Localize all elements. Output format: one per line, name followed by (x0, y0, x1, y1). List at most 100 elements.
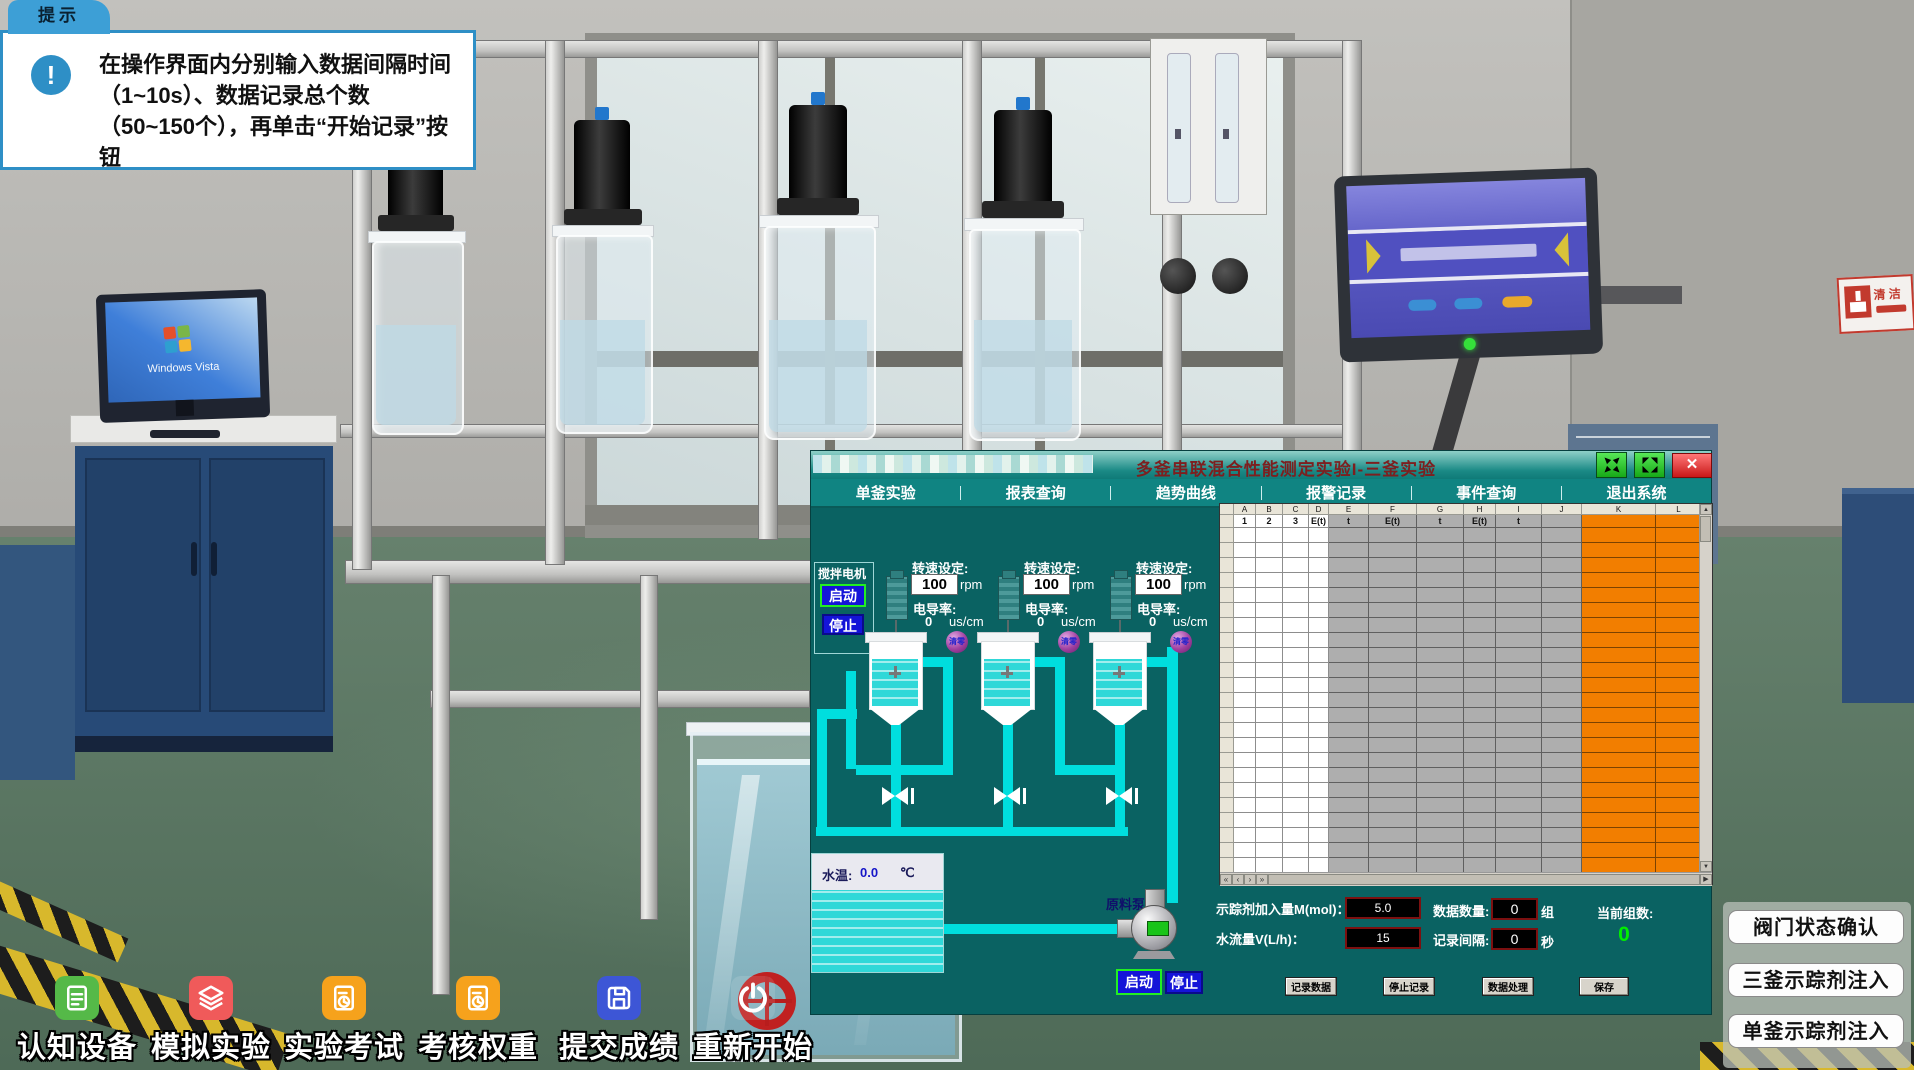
stirrer-stop-button[interactable]: 停止 (822, 614, 864, 635)
grid-cell[interactable] (1329, 618, 1369, 633)
grid-cell[interactable] (1542, 813, 1582, 828)
grid-cell[interactable] (1464, 633, 1496, 648)
grid-cell[interactable] (1309, 768, 1329, 783)
grid-cell[interactable] (1369, 753, 1417, 768)
grid-cell[interactable] (1283, 768, 1309, 783)
grid-cell[interactable] (1234, 828, 1256, 843)
grid-cell[interactable] (1234, 723, 1256, 738)
grid-cell[interactable] (1234, 648, 1256, 663)
grid-cell[interactable] (1656, 558, 1702, 573)
grid-cell[interactable] (1656, 768, 1702, 783)
grid-cell[interactable] (1464, 783, 1496, 798)
grid-cell[interactable] (1417, 648, 1464, 663)
grid-horizontal-scrollbar[interactable]: « ‹ › » ▶ (1220, 872, 1712, 886)
grid-cell[interactable] (1220, 603, 1234, 618)
grid-cell[interactable] (1309, 633, 1329, 648)
grid-cell[interactable] (1496, 663, 1542, 678)
grid-cell[interactable] (1283, 588, 1309, 603)
grid-cell[interactable] (1220, 843, 1234, 858)
grid-cell[interactable] (1329, 798, 1369, 813)
grid-cell[interactable] (1329, 543, 1369, 558)
grid-cell[interactable] (1283, 618, 1309, 633)
grid-cell[interactable] (1309, 603, 1329, 618)
grid-cell[interactable] (1220, 678, 1234, 693)
grid-cell[interactable] (1656, 603, 1702, 618)
grid-cell[interactable] (1369, 858, 1417, 872)
grid-cell[interactable] (1496, 813, 1542, 828)
grid-cell[interactable] (1234, 843, 1256, 858)
grid-cell[interactable] (1220, 558, 1234, 573)
grid-cell[interactable] (1369, 828, 1417, 843)
grid-cell[interactable] (1256, 708, 1283, 723)
grid-cell[interactable] (1656, 723, 1702, 738)
grid-cell[interactable] (1542, 768, 1582, 783)
grid-cell[interactable] (1496, 678, 1542, 693)
grid-cell[interactable] (1283, 543, 1309, 558)
speed-input-2[interactable] (1023, 574, 1070, 595)
grid-cell[interactable] (1220, 588, 1234, 603)
grid-cell[interactable] (1542, 633, 1582, 648)
grid-cell[interactable] (1496, 573, 1542, 588)
grid-cell[interactable] (1464, 558, 1496, 573)
grid-cell[interactable] (1417, 813, 1464, 828)
grid-cell[interactable] (1309, 663, 1329, 678)
grid-cell[interactable] (1309, 528, 1329, 543)
grid-cell[interactable]: t (1496, 515, 1542, 528)
grid-cell[interactable] (1369, 708, 1417, 723)
grid-cell[interactable] (1283, 693, 1309, 708)
grid-vertical-scrollbar[interactable]: ▲ ▼ (1699, 504, 1712, 872)
grid-cell[interactable] (1464, 648, 1496, 663)
grid-cell[interactable] (1582, 603, 1656, 618)
grid-cell[interactable] (1283, 753, 1309, 768)
grid-cell[interactable] (1220, 693, 1234, 708)
grid-cell[interactable] (1656, 753, 1702, 768)
grid-cell[interactable] (1220, 528, 1234, 543)
grid-cell[interactable] (1256, 783, 1283, 798)
grid-cell[interactable] (1369, 558, 1417, 573)
grid-cell[interactable] (1417, 618, 1464, 633)
grid-cell[interactable] (1417, 798, 1464, 813)
grid-nav-next[interactable]: › (1244, 874, 1256, 885)
clear-button-1[interactable]: 清零 (946, 631, 968, 653)
grid-cell[interactable] (1220, 813, 1234, 828)
grid-cell[interactable] (1329, 813, 1369, 828)
grid-cell[interactable] (1256, 648, 1283, 663)
grid-cell[interactable] (1309, 678, 1329, 693)
grid-cell[interactable] (1656, 543, 1702, 558)
grid-cell[interactable] (1220, 858, 1234, 872)
clear-button-3[interactable]: 清零 (1170, 631, 1192, 653)
grid-cell[interactable] (1417, 573, 1464, 588)
grid-cell[interactable] (1582, 768, 1656, 783)
grid-cell[interactable] (1256, 663, 1283, 678)
grid-cell[interactable] (1542, 858, 1582, 872)
grid-cell[interactable] (1283, 858, 1309, 872)
grid-cell[interactable] (1464, 573, 1496, 588)
grid-cell[interactable]: 2 (1256, 515, 1283, 528)
grid-cell[interactable] (1220, 663, 1234, 678)
grid-cell[interactable] (1656, 618, 1702, 633)
grid-cell[interactable] (1234, 543, 1256, 558)
grid-cell[interactable] (1417, 708, 1464, 723)
grid-cell[interactable] (1582, 543, 1656, 558)
grid-cell[interactable] (1234, 693, 1256, 708)
grid-cell[interactable] (1369, 588, 1417, 603)
grid-cell[interactable] (1256, 843, 1283, 858)
grid-cell[interactable] (1234, 708, 1256, 723)
scroll-thumb[interactable] (1700, 516, 1711, 542)
grid-cell[interactable] (1369, 813, 1417, 828)
grid-cell[interactable] (1582, 588, 1656, 603)
grid-cell[interactable] (1309, 558, 1329, 573)
grid-cell[interactable] (1464, 603, 1496, 618)
menu-exit-system[interactable]: 退出系统 (1562, 482, 1711, 503)
toolbar-item-restart[interactable]: 重新开始 (673, 976, 833, 1068)
grid-cell[interactable] (1656, 843, 1702, 858)
grid-cell[interactable] (1656, 783, 1702, 798)
grid-cell[interactable] (1464, 588, 1496, 603)
grid-cell[interactable] (1369, 573, 1417, 588)
grid-cell[interactable] (1256, 813, 1283, 828)
clear-button-2[interactable]: 清零 (1058, 631, 1080, 653)
maximize-window-button[interactable] (1634, 452, 1665, 478)
grid-cell[interactable] (1464, 528, 1496, 543)
grid-cell[interactable] (1234, 678, 1256, 693)
grid-cell[interactable] (1256, 768, 1283, 783)
